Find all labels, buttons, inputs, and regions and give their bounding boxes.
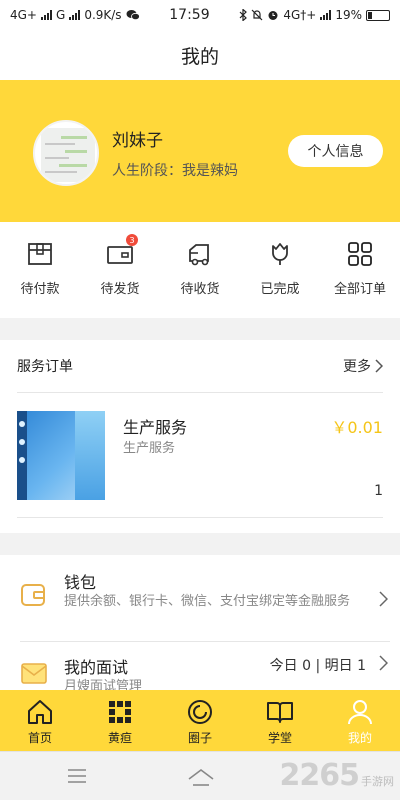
interview-title: 我的面试 bbox=[64, 658, 129, 677]
profile-header: 刘妹子 人生阶段：我是辣妈 个人信息 bbox=[0, 80, 400, 222]
service-orders-title: 服务订单 bbox=[17, 359, 73, 375]
tulip-icon bbox=[272, 243, 288, 265]
more-link[interactable]: 更多 bbox=[343, 356, 383, 376]
tab-label: 我的 bbox=[347, 731, 372, 745]
service-order-item[interactable]: 生产服务 生产服务 ￥0.01 1 bbox=[17, 394, 383, 518]
tab-circle[interactable]: 圈子 bbox=[160, 690, 240, 751]
wallet-title: 钱包 bbox=[64, 573, 97, 592]
chevron-right-icon bbox=[379, 591, 388, 607]
watermark-text: 手游网 bbox=[361, 774, 394, 788]
mute-bell-icon bbox=[251, 9, 263, 21]
watermark-number: 2265 bbox=[279, 758, 360, 793]
more-label: 更多 bbox=[343, 359, 371, 375]
status-right: 4G†+ 19% bbox=[239, 8, 390, 22]
battery-percent: 19% bbox=[335, 8, 362, 22]
tab-home[interactable]: 首页 bbox=[0, 690, 80, 751]
wallet-icon bbox=[21, 584, 45, 606]
title-bar: 我的 bbox=[0, 30, 400, 80]
qr-grid-icon bbox=[109, 701, 131, 723]
order-shortcuts: 待付款 3 待发货 待收货 已完成 全部订单 bbox=[0, 222, 400, 318]
book-icon bbox=[267, 702, 293, 723]
bottom-tab-bar: 首页 黄疸 圈子 学堂 我的 bbox=[0, 690, 400, 751]
person-icon bbox=[348, 700, 372, 725]
bluetooth-icon bbox=[239, 9, 248, 21]
tab-label: 圈子 bbox=[187, 731, 212, 745]
watermark: 2265 手游网 bbox=[280, 758, 395, 793]
tab-school[interactable]: 学堂 bbox=[240, 690, 320, 751]
truck-icon bbox=[189, 244, 209, 266]
order-label: 已完成 bbox=[260, 282, 300, 297]
order-badge: 3 bbox=[126, 234, 138, 246]
profile-stage: 人生阶段：我是辣妈 bbox=[112, 163, 238, 179]
personal-info-button[interactable]: 个人信息 bbox=[288, 135, 383, 167]
network-label-2: G bbox=[56, 8, 66, 22]
network-label-1: 4G+ bbox=[10, 8, 37, 22]
tab-mine[interactable]: 我的 bbox=[320, 690, 400, 751]
order-pending-receipt[interactable]: 待收货 bbox=[160, 222, 240, 318]
service-orders-card: 服务订单 更多 生产服务 生产服务 ￥0.01 1 bbox=[0, 340, 400, 533]
order-completed[interactable]: 已完成 bbox=[240, 222, 320, 318]
circle-icon bbox=[188, 700, 212, 724]
wechat-icon bbox=[126, 10, 140, 21]
order-label: 待发货 bbox=[100, 282, 140, 297]
service-item-subtitle: 生产服务 bbox=[123, 441, 176, 456]
avatar-image bbox=[41, 128, 95, 182]
envelope-icon bbox=[21, 663, 47, 684]
profile-name: 刘妹子 bbox=[112, 131, 163, 151]
service-item-quantity: 1 bbox=[374, 483, 383, 499]
status-left: 4G+ G 0.9K/s bbox=[10, 8, 140, 22]
service-item-price: ￥0.01 bbox=[331, 418, 383, 437]
avatar[interactable] bbox=[33, 120, 99, 186]
battery-icon bbox=[366, 9, 390, 21]
tab-label: 黄疸 bbox=[107, 731, 132, 745]
network-speed: 0.9K/s bbox=[84, 8, 122, 22]
wallet-desc: 提供余额、银行卡、微信、支付宝绑定等金融服务 bbox=[64, 594, 351, 609]
order-all[interactable]: 全部订单 bbox=[320, 222, 400, 318]
tab-jaundice[interactable]: 黄疸 bbox=[80, 690, 160, 751]
menu-icon[interactable] bbox=[66, 767, 88, 785]
home-icon bbox=[28, 700, 52, 724]
chevron-right-icon bbox=[375, 359, 383, 373]
tab-label: 学堂 bbox=[267, 731, 292, 745]
home-nav-icon[interactable] bbox=[187, 767, 215, 787]
order-pending-payment[interactable]: 待付款 bbox=[0, 222, 80, 318]
order-label: 全部订单 bbox=[333, 282, 386, 297]
service-thumbnail bbox=[17, 411, 105, 500]
network-label-3: 4G†+ bbox=[283, 8, 317, 22]
system-nav-bar: 2265 手游网 bbox=[0, 751, 400, 800]
order-label: 待付款 bbox=[20, 282, 60, 297]
tab-label: 首页 bbox=[27, 731, 52, 745]
grid-icon bbox=[348, 242, 372, 266]
wallet-box-icon bbox=[28, 243, 52, 265]
wallet-row[interactable]: 钱包 提供余额、银行卡、微信、支付宝绑定等金融服务 bbox=[20, 555, 390, 642]
service-item-title: 生产服务 bbox=[123, 418, 188, 437]
signal-icon-3 bbox=[320, 10, 332, 20]
order-pending-shipment[interactable]: 3 待发货 bbox=[80, 222, 160, 318]
interview-stat: 今日 0 | 明日 1 bbox=[269, 658, 366, 674]
signal-icon bbox=[41, 10, 52, 20]
order-label: 待收货 bbox=[180, 282, 220, 297]
alarm-icon bbox=[268, 11, 278, 20]
clock: 17:59 bbox=[169, 7, 210, 23]
signal-icon-2 bbox=[69, 10, 81, 20]
service-orders-header: 服务订单 更多 bbox=[17, 340, 383, 393]
page-title: 我的 bbox=[180, 45, 219, 68]
status-bar: 4G+ G 0.9K/s 17:59 4G†+ 19% bbox=[0, 0, 400, 30]
chevron-right-icon bbox=[379, 655, 388, 671]
